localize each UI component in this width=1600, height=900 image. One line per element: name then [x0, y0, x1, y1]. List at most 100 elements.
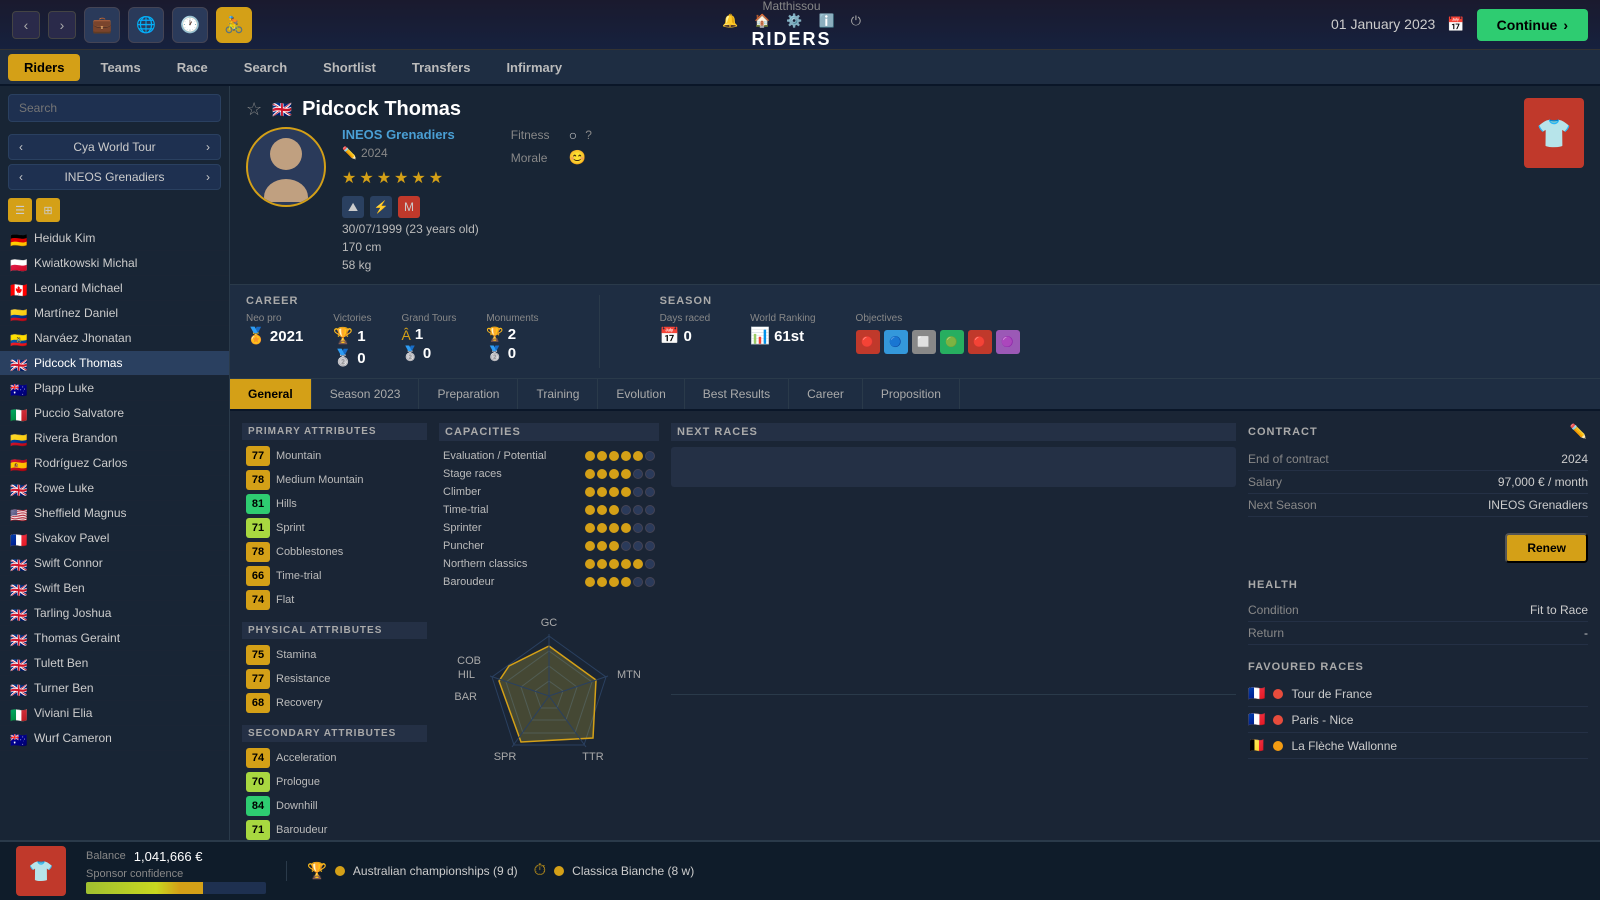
- dot: [597, 577, 607, 587]
- list-item[interactable]: 🇪🇸Rodríguez Carlos: [0, 451, 229, 476]
- dot: [597, 541, 607, 551]
- grid-view-icon[interactable]: ⊞: [36, 198, 60, 222]
- svg-text:GC: GC: [541, 617, 558, 629]
- fav-race-dot-2: [1273, 715, 1283, 725]
- list-item[interactable]: 🇵🇱Kwiatkowski Michal: [0, 251, 229, 276]
- next-races-bar: [671, 447, 1236, 487]
- player-details-row: INEOS Grenadiers ✏️ 2024 ★ ★ ★ ★ ★ ★: [246, 127, 1508, 272]
- info-icon[interactable]: ℹ️: [819, 13, 835, 29]
- fav-race-dot-3: [1273, 741, 1283, 751]
- tab-training[interactable]: Training: [518, 379, 598, 409]
- dot: [621, 541, 631, 551]
- tab-evolution[interactable]: Evolution: [598, 379, 684, 409]
- cap-northern-name: Northern classics: [443, 558, 579, 570]
- globe-icon[interactable]: 🌐: [128, 7, 164, 43]
- team-filter-1[interactable]: ‹ Cya World Tour ›: [8, 134, 221, 160]
- dot: [645, 577, 655, 587]
- list-item-active[interactable]: 🇬🇧Pidcock Thomas: [0, 351, 229, 376]
- settings-icon[interactable]: ⚙️: [786, 13, 802, 29]
- tab-proposition[interactable]: Proposition: [863, 379, 960, 409]
- objective-2-label: Classica Bianche (8 w): [572, 864, 694, 878]
- grand-tours-2nd-row: 🥈 0: [401, 345, 456, 362]
- tab-transfers[interactable]: Transfers: [396, 54, 487, 81]
- attr-mountain-name: Mountain: [276, 450, 321, 462]
- list-view-icon[interactable]: ☰: [8, 198, 32, 222]
- continue-button[interactable]: Continue ›: [1477, 9, 1588, 41]
- dot: [597, 469, 607, 479]
- cap-northern-dots: [585, 559, 655, 569]
- clock-icon[interactable]: 🕐: [172, 7, 208, 43]
- power-icon[interactable]: ⏻: [851, 13, 861, 29]
- list-item[interactable]: 🇦🇺Wurf Cameron: [0, 726, 229, 751]
- cap-climber-dots: [585, 487, 655, 497]
- list-item[interactable]: 🇬🇧Swift Connor: [0, 551, 229, 576]
- dot: [645, 505, 655, 515]
- tab-general[interactable]: General: [230, 379, 312, 409]
- favorite-star-icon[interactable]: ☆: [246, 99, 262, 120]
- list-item[interactable]: 🇨🇴Martínez Daniel: [0, 301, 229, 326]
- objective-1-label: Australian championships (9 d): [353, 864, 518, 878]
- list-item[interactable]: 🇬🇧Thomas Geraint: [0, 626, 229, 651]
- cap-row: Northern classics: [439, 555, 659, 573]
- career-season-divider: [599, 295, 600, 368]
- obj-icon-2: 🔵: [884, 330, 908, 354]
- svg-text:TTR: TTR: [582, 751, 603, 763]
- cap-puncher-dots: [585, 541, 655, 551]
- contract-edit-icon[interactable]: ✏️: [1570, 423, 1588, 440]
- obj-dot-2: [554, 866, 564, 876]
- list-item[interactable]: 🇮🇹Viviani Elia: [0, 701, 229, 726]
- tab-season2023[interactable]: Season 2023: [312, 379, 420, 409]
- contract-end-row: End of contract 2024: [1248, 448, 1588, 471]
- list-item[interactable]: 🇨🇴Rivera Brandon: [0, 426, 229, 451]
- svg-text:BAR: BAR: [454, 691, 477, 703]
- list-item[interactable]: 🇬🇧Tulett Ben: [0, 651, 229, 676]
- team-name: INEOS Grenadiers: [342, 127, 479, 142]
- health-return-row: Return -: [1248, 622, 1588, 645]
- list-item[interactable]: 🇩🇪Heiduk Kim: [0, 226, 229, 251]
- dot: [585, 577, 595, 587]
- bell-icon[interactable]: 🔔: [722, 13, 738, 29]
- cyclist-icon[interactable]: 🚴: [216, 7, 252, 43]
- days-raced-stat: Days raced 📅 0: [660, 313, 711, 354]
- team-filter-2[interactable]: ‹ INEOS Grenadiers ›: [8, 164, 221, 190]
- list-item[interactable]: 🇦🇺Plapp Luke: [0, 376, 229, 401]
- list-item[interactable]: 🇪🇨Narváez Jhonatan: [0, 326, 229, 351]
- tab-shortlist[interactable]: Shortlist: [307, 54, 392, 81]
- obj-icon-3: ⬜: [912, 330, 936, 354]
- dot: [597, 523, 607, 533]
- victories-2nd-row: 🥈 0: [333, 348, 371, 368]
- list-item[interactable]: 🇫🇷Sivakov Pavel: [0, 526, 229, 551]
- next-races-title: NEXT RACES: [671, 423, 1236, 441]
- attr-recovery-name: Recovery: [276, 697, 322, 709]
- dot: [585, 559, 595, 569]
- back-button[interactable]: ‹: [12, 11, 40, 39]
- tab-teams[interactable]: Teams: [84, 54, 156, 81]
- list-item[interactable]: 🇬🇧Turner Ben: [0, 676, 229, 701]
- briefcase-icon[interactable]: 💼: [84, 7, 120, 43]
- renew-button[interactable]: Renew: [1505, 533, 1588, 563]
- attr-hills-name: Hills: [276, 498, 297, 510]
- monuments-1st-row: 🏆 2: [486, 326, 538, 343]
- sidebar: ‹ Cya World Tour › ‹ INEOS Grenadiers › …: [0, 86, 230, 840]
- search-input[interactable]: [8, 94, 221, 122]
- list-item[interactable]: 🇬🇧Swift Ben: [0, 576, 229, 601]
- tab-riders[interactable]: Riders: [8, 54, 80, 81]
- tab-search[interactable]: Search: [228, 54, 303, 81]
- player-name-row: ☆ 🇬🇧 Pidcock Thomas: [246, 98, 1508, 121]
- tab-best-results[interactable]: Best Results: [685, 379, 789, 409]
- attr-downhill-name: Downhill: [276, 800, 318, 812]
- tab-race[interactable]: Race: [161, 54, 224, 81]
- tab-career[interactable]: Career: [789, 379, 863, 409]
- stars-row: ★ ★ ★ ★ ★ ★: [342, 168, 479, 188]
- tab-preparation[interactable]: Preparation: [419, 379, 518, 409]
- list-item[interactable]: 🇮🇹Puccio Salvatore: [0, 401, 229, 426]
- attr-baroudeur-name: Baroudeur: [276, 824, 327, 836]
- tab-infirmary[interactable]: Infirmary: [490, 54, 578, 81]
- list-item[interactable]: 🇬🇧Tarling Joshua: [0, 601, 229, 626]
- obj-icon-6: 🟣: [996, 330, 1020, 354]
- forward-button[interactable]: ›: [48, 11, 76, 39]
- list-item[interactable]: 🇨🇦Leonard Michael: [0, 276, 229, 301]
- home-icon[interactable]: 🏠: [754, 13, 770, 29]
- list-item[interactable]: 🇺🇸Sheffield Magnus: [0, 501, 229, 526]
- list-item[interactable]: 🇬🇧Rowe Luke: [0, 476, 229, 501]
